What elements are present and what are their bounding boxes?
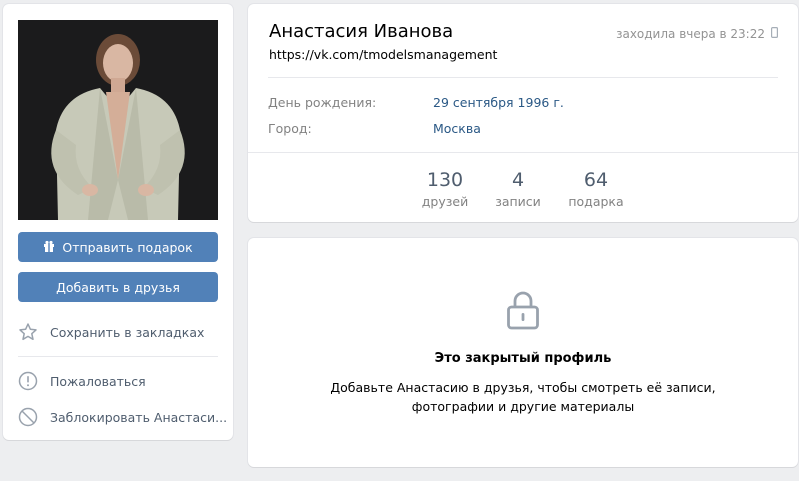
profile-url: https://vk.com/tmodelsmanagement xyxy=(269,47,498,62)
counter-value: 64 xyxy=(583,169,609,191)
mobile-icon xyxy=(771,27,779,41)
city-row: Город: Москва xyxy=(268,121,481,136)
divider xyxy=(268,77,778,78)
counter-label: подарка xyxy=(568,194,624,209)
block-icon xyxy=(18,407,38,427)
counter-value: 130 xyxy=(426,169,464,191)
last-seen-text: заходила вчера в 23:22 xyxy=(616,27,765,41)
add-friend-button[interactable]: Добавить в друзья xyxy=(18,272,218,302)
send-gift-button[interactable]: Отправить подарок xyxy=(18,232,218,262)
city-value[interactable]: Москва xyxy=(433,121,481,136)
last-seen-status: заходила вчера в 23:22 xyxy=(616,27,779,41)
divider xyxy=(248,152,798,153)
profile-info-card: Анастасия Иванова https://vk.com/tmodels… xyxy=(248,4,798,222)
report-label: Пожаловаться xyxy=(50,373,146,389)
bookmark-label: Сохранить в закладках xyxy=(50,324,205,340)
add-friend-label: Добавить в друзья xyxy=(56,279,180,295)
birthday-value[interactable]: 29 сентября 1996 г. xyxy=(433,95,564,110)
counter-label: записи xyxy=(495,194,541,209)
counter-value: 4 xyxy=(511,169,525,191)
bookmark-action[interactable]: Сохранить в закладках xyxy=(18,318,228,346)
counter-friends[interactable]: 130 друзей xyxy=(420,168,470,209)
avatar[interactable] xyxy=(18,20,218,220)
closed-profile-card: Это закрытый профиль Добавьте Анастасию … xyxy=(248,238,798,467)
send-gift-label: Отправить подарок xyxy=(62,239,193,255)
block-action[interactable]: Заблокировать Анастаси... xyxy=(18,403,228,431)
counter-gifts[interactable]: 64 подарка xyxy=(566,168,626,209)
report-action[interactable]: Пожаловаться xyxy=(18,367,228,395)
exclamation-icon xyxy=(18,371,38,391)
counter-label: друзей xyxy=(421,194,469,209)
star-icon xyxy=(18,322,38,342)
city-label: Город: xyxy=(268,121,312,136)
lock-icon xyxy=(506,290,540,330)
birthday-label: День рождения: xyxy=(268,95,377,110)
profile-name: Анастасия Иванова xyxy=(269,21,454,42)
counter-posts[interactable]: 4 записи xyxy=(493,168,543,209)
block-label: Заблокировать Анастаси... xyxy=(50,409,228,425)
closed-profile-title: Это закрытый профиль xyxy=(434,351,612,366)
divider xyxy=(18,356,218,357)
closed-profile-text: Добавьте Анастасию в друзья, чтобы смотр… xyxy=(330,380,716,414)
profile-sidebar: Отправить подарок Добавить в друзья Сохр… xyxy=(3,4,233,440)
gift-icon xyxy=(43,240,55,255)
birthday-row: День рождения: 29 сентября 1996 г. xyxy=(268,95,564,110)
